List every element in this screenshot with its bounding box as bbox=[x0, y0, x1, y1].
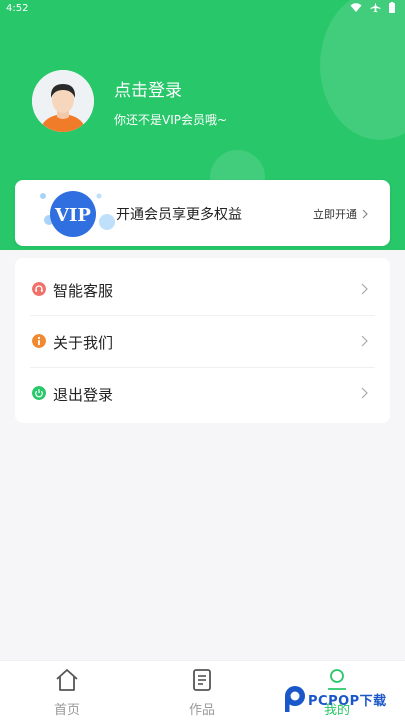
pcpop-logo-icon bbox=[285, 686, 305, 712]
tab-label: 首页 bbox=[53, 703, 80, 718]
wifi-icon bbox=[350, 2, 362, 12]
activate-vip-label: 立即开通 bbox=[313, 208, 357, 221]
chevron-right-icon bbox=[361, 387, 368, 399]
status-bar: 4:52 bbox=[0, 0, 405, 18]
info-icon bbox=[32, 334, 46, 348]
header-bubble bbox=[320, 0, 405, 140]
menu-item-service[interactable]: 智能客服 bbox=[15, 263, 390, 315]
tab-label: 作品 bbox=[188, 703, 215, 718]
tab-works[interactable]: 作品 bbox=[162, 667, 242, 718]
battery-icon bbox=[389, 2, 395, 13]
chevron-right-icon bbox=[361, 335, 368, 347]
status-time: 4:52 bbox=[6, 3, 29, 14]
headset-icon bbox=[32, 282, 46, 296]
activate-vip-button[interactable]: 立即开通 bbox=[313, 206, 369, 222]
menu-list: 智能客服 关于我们 退出登录 bbox=[15, 258, 390, 423]
chevron-right-icon bbox=[361, 283, 368, 295]
menu-item-about[interactable]: 关于我们 bbox=[15, 315, 390, 367]
tab-home[interactable]: 首页 bbox=[27, 667, 107, 718]
watermark-text: PCPOP下载 bbox=[308, 693, 387, 709]
menu-item-logout[interactable]: 退出登录 bbox=[15, 367, 390, 419]
menu-item-label: 智能客服 bbox=[53, 282, 114, 300]
vip-promo-text: 开通会员享更多权益 bbox=[116, 207, 242, 223]
home-icon bbox=[56, 669, 78, 691]
document-icon bbox=[193, 669, 211, 691]
membership-status: 你还不是VIP会员哦~ bbox=[114, 113, 228, 127]
login-link[interactable]: 点击登录 bbox=[114, 76, 182, 101]
menu-item-label: 退出登录 bbox=[53, 386, 114, 404]
vip-card[interactable]: VIP 开通会员享更多权益 立即开通 bbox=[15, 180, 390, 246]
airplane-icon bbox=[370, 2, 381, 13]
avatar-illustration bbox=[32, 70, 94, 132]
vip-badge-text: VIP bbox=[54, 205, 91, 226]
power-icon bbox=[32, 386, 46, 400]
watermark: PCPOP下载 bbox=[282, 684, 387, 714]
menu-item-label: 关于我们 bbox=[53, 334, 114, 352]
chevron-right-icon bbox=[362, 209, 368, 219]
avatar[interactable] bbox=[32, 70, 94, 132]
vip-badge-icon: VIP bbox=[40, 191, 115, 237]
